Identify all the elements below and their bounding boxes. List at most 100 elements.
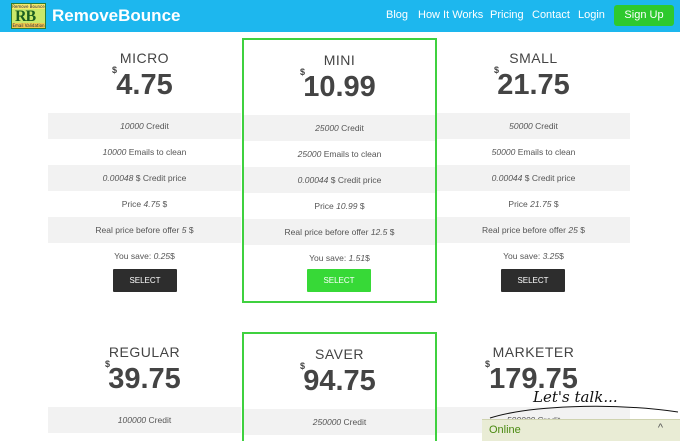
credit-amount: 50000 — [509, 121, 533, 131]
credit-label: Credit — [343, 417, 367, 427]
you-save-unit: $ — [170, 251, 175, 261]
nav-link-blog[interactable]: Blog — [386, 9, 408, 21]
credit-price-row: 0.00044 $ Credit price — [437, 165, 630, 191]
you-save-value: 1.51 — [348, 253, 366, 263]
price-value: 21.75 — [530, 199, 552, 209]
real-price-value: 25 — [568, 225, 578, 235]
plan-card-saver: SAVER $ 94.75 250000 Credit — [242, 332, 437, 441]
emails-label: Emails to clean — [517, 147, 576, 157]
real-price-label: Real price before offer — [284, 227, 369, 237]
credit-amount: 100000 — [117, 415, 147, 425]
plan-name: SAVER — [315, 346, 364, 362]
chat-underline-swoosh — [489, 405, 679, 419]
real-price-row: Real price before offer 25 $ — [437, 217, 630, 243]
real-price-unit: $ — [580, 225, 585, 235]
credit-price-value: 0.00044 — [491, 173, 523, 183]
select-button-mini[interactable]: SELECT — [307, 269, 371, 292]
nav-link-how-it-works[interactable]: How It Works — [418, 9, 483, 21]
price-label: Price — [314, 201, 334, 211]
emails-amount: 10000 — [102, 147, 127, 157]
plan-card-micro: MICRO $ 4.75 10000 Credit 10000 Emails t… — [48, 38, 241, 303]
nav-link-login[interactable]: Login — [578, 9, 605, 21]
real-price-row: Real price before offer 5 $ — [48, 217, 241, 243]
logo-bottom-text: Email Validation — [12, 23, 45, 28]
credit-label: Credit — [148, 415, 172, 425]
real-price-row: Real price before offer 12.5 $ — [244, 219, 435, 245]
select-button-micro[interactable]: SELECT — [113, 269, 177, 292]
plan-name: REGULAR — [108, 344, 181, 360]
real-price-label: Real price before offer — [482, 225, 566, 235]
you-save-value: 3.25 — [542, 251, 560, 261]
price-row: Price 4.75 $ — [48, 191, 241, 217]
credit-amount: 25000 — [315, 123, 339, 133]
real-price-unit: $ — [188, 225, 194, 235]
emails-row: 50000 Emails to clean — [437, 139, 630, 165]
select-button-small[interactable]: SELECT — [501, 269, 565, 292]
nav-link-contact[interactable]: Contact — [532, 9, 570, 21]
chat-bar[interactable]: Online ^ — [482, 419, 680, 441]
credit-row: 25000 Credit — [244, 115, 435, 141]
real-price-value: 5 — [181, 225, 187, 235]
you-save-unit: $ — [559, 251, 564, 261]
credit-amount: 250000 — [312, 417, 342, 427]
plan-name: MINI — [323, 52, 356, 68]
real-price-label: Real price before offer — [95, 225, 180, 235]
chat-status: Online — [489, 424, 521, 436]
you-save-unit: $ — [365, 253, 370, 263]
price-unit: $ — [359, 201, 365, 211]
price-unit: $ — [553, 199, 559, 209]
plan-price: 21.75 — [497, 69, 570, 101]
plan-card-mini: MINI $ 10.99 25000 Credit 25000 Emails t… — [242, 38, 437, 303]
credit-price-row: 0.00044 $ Credit price — [244, 167, 435, 193]
credit-amount: 10000 — [120, 121, 144, 131]
plan-card-regular: REGULAR $ 39.75 100000 Credit — [48, 332, 241, 441]
emails-label: Emails to clean — [323, 149, 382, 159]
plan-name: MICRO — [119, 50, 170, 66]
plan-price: 39.75 — [108, 363, 181, 395]
you-save-row: You save: 3.25$ — [437, 243, 630, 269]
price-label: Price — [121, 199, 142, 209]
plan-name: SMALL — [509, 50, 558, 66]
credit-label: Credit — [146, 121, 169, 131]
credit-row: 10000 Credit — [48, 113, 241, 139]
credit-row: 250000 Credit — [244, 409, 435, 435]
price-value: 4.75 — [143, 199, 161, 209]
price-unit: $ — [162, 199, 168, 209]
logo-icon[interactable]: Remove Bounce RB Email Validation — [11, 3, 46, 29]
brand-name[interactable]: RemoveBounce — [52, 6, 180, 26]
credit-price-label: $ Credit price — [524, 173, 576, 183]
emails-amount: 50000 — [491, 147, 516, 157]
you-save-row: You save: 1.51$ — [244, 245, 435, 271]
plan-price: 94.75 — [303, 365, 376, 397]
emails-amount: 25000 — [297, 149, 322, 159]
real-price-value: 12.5 — [370, 227, 388, 237]
emails-row: 25000 Emails to clean — [244, 141, 435, 167]
chevron-up-icon[interactable]: ^ — [658, 422, 663, 434]
plan-card-small: SMALL $ 21.75 50000 Credit 50000 Emails … — [437, 38, 630, 303]
you-save-label: You save: — [309, 253, 347, 263]
you-save-row: You save: 0.25$ — [48, 243, 241, 269]
price-row: Price 10.99 $ — [244, 193, 435, 219]
emails-row: 10000 Emails to clean — [48, 139, 241, 165]
real-price-unit: $ — [389, 227, 395, 237]
credit-price-value: 0.00044 — [297, 175, 329, 185]
credit-row: 100000 Credit — [48, 407, 241, 433]
price-row: Price 21.75 $ — [437, 191, 630, 217]
credit-price-value: 0.00048 — [102, 173, 134, 183]
credit-label: Credit — [341, 123, 364, 133]
plan-price: 10.99 — [303, 71, 376, 103]
nav-link-pricing[interactable]: Pricing — [490, 9, 524, 21]
credit-label: Credit — [535, 121, 558, 131]
sign-up-button[interactable]: Sign Up — [614, 5, 674, 26]
you-save-value: 0.25 — [153, 251, 171, 261]
credit-price-row: 0.00048 $ Credit price — [48, 165, 241, 191]
credit-price-label: $ Credit price — [135, 173, 187, 183]
credit-price-label: $ Credit price — [330, 175, 382, 185]
plan-price: 4.75 — [116, 69, 173, 101]
you-save-label: You save: — [503, 251, 541, 261]
you-save-label: You save: — [114, 251, 152, 261]
credit-row: 50000 Credit — [437, 113, 630, 139]
price-label: Price — [508, 199, 528, 209]
emails-label: Emails to clean — [128, 147, 187, 157]
top-navbar: Remove Bounce RB Email Validation Remove… — [0, 0, 680, 32]
